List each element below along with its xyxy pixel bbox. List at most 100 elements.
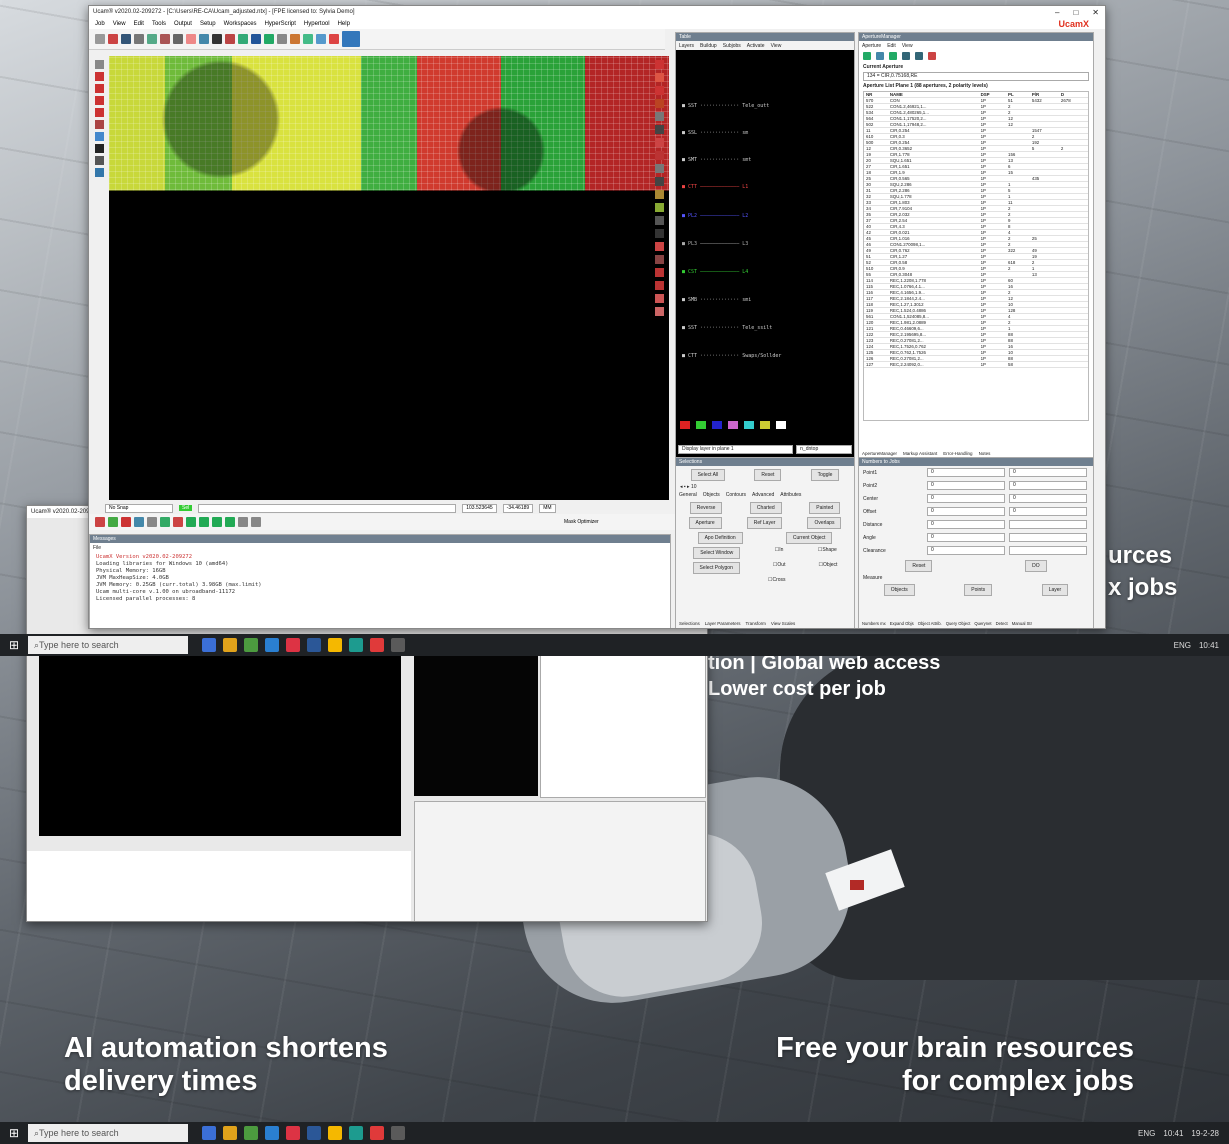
menu-setup[interactable]: Setup: [200, 21, 216, 27]
numbers-field-value1[interactable]: 0: [927, 494, 1005, 503]
numbers-do-button[interactable]: DO: [1025, 560, 1047, 572]
n-tab-6[interactable]: Manual Str: [1012, 621, 1032, 626]
toggle-button[interactable]: Toggle: [810, 469, 840, 481]
save-icon[interactable]: [121, 34, 131, 44]
tool-6-icon[interactable]: [655, 125, 664, 134]
sel-tab-attributes[interactable]: Attributes: [780, 492, 801, 498]
net-icon[interactable]: [199, 34, 209, 44]
b7-icon[interactable]: [173, 517, 183, 527]
sel-tab-contours[interactable]: Contours: [726, 492, 746, 498]
swatch-red[interactable]: [680, 421, 690, 429]
tool-10-icon[interactable]: [655, 177, 664, 186]
tool-14-icon[interactable]: [655, 229, 664, 238]
tool-20-icon[interactable]: [655, 307, 664, 316]
numbers-field-value2[interactable]: [1009, 546, 1087, 555]
app-icon[interactable]: [370, 638, 384, 652]
pad-icon[interactable]: [186, 34, 196, 44]
rotate-icon[interactable]: [277, 34, 287, 44]
n-tab-1[interactable]: Expand Objs: [890, 621, 914, 626]
menu-job[interactable]: Job: [95, 21, 105, 27]
close-icon[interactable]: ✕: [1092, 8, 1099, 17]
ap-tool-icon[interactable]: [902, 52, 910, 60]
b2-icon[interactable]: [108, 517, 118, 527]
layer-row[interactable]: ■ SST ············· Tele_outt: [682, 103, 769, 109]
tray-lang[interactable]: ENG: [1138, 1129, 1155, 1138]
move-icon[interactable]: [238, 34, 248, 44]
b1-icon[interactable]: [95, 517, 105, 527]
tab-markup[interactable]: Markup Assistant: [903, 451, 937, 456]
overlaps-button[interactable]: Overlaps: [807, 517, 842, 529]
aperture-menu-edit[interactable]: Edit: [887, 43, 896, 49]
n-tab-3[interactable]: Query Object: [946, 621, 971, 626]
messages-file-menu[interactable]: File: [93, 545, 101, 551]
swatch-blue[interactable]: [712, 421, 722, 429]
tray-time[interactable]: 10:41: [1163, 1129, 1183, 1138]
secondary-canvas[interactable]: [39, 646, 401, 836]
tool-17-icon[interactable]: [655, 268, 664, 277]
app-icon[interactable]: [286, 1126, 300, 1140]
zoom-out-icon[interactable]: [251, 517, 261, 527]
tool-13-icon[interactable]: [655, 216, 664, 225]
reset-button[interactable]: Reset: [754, 469, 782, 481]
tool-2-icon[interactable]: [655, 73, 664, 82]
measure-objects-button[interactable]: Objects: [883, 584, 915, 596]
windows-start-icon[interactable]: ⊞: [0, 638, 28, 652]
ref-layer-button[interactable]: Ref Layer: [746, 517, 783, 529]
tool-7-icon[interactable]: [655, 138, 664, 147]
app-icon[interactable]: [307, 1126, 321, 1140]
check-icon[interactable]: [329, 34, 339, 44]
menu-view[interactable]: View: [113, 21, 126, 27]
swatch-green[interactable]: [696, 421, 706, 429]
tray-date[interactable]: 19-2-28: [1191, 1129, 1219, 1138]
layers-menu-layers[interactable]: Layers: [679, 43, 694, 49]
remove-icon[interactable]: [95, 84, 104, 93]
footer-tab-transform[interactable]: Transform: [746, 621, 766, 626]
select-window-button[interactable]: Select Window: [693, 547, 741, 559]
layer-row[interactable]: ■ SMB ············· smi: [682, 297, 751, 303]
sel-tab-general[interactable]: General: [679, 492, 697, 498]
menu-hypertool[interactable]: Hypertool: [304, 21, 330, 27]
menu-workspaces[interactable]: Workspaces: [224, 21, 257, 27]
tool-9-icon[interactable]: [655, 164, 664, 173]
measure-icon[interactable]: [316, 34, 326, 44]
numbers-field-value1[interactable]: 0: [927, 533, 1005, 542]
taskbar-search[interactable]: ⌕ Type here to search: [28, 1124, 188, 1142]
b9-icon[interactable]: [199, 517, 209, 527]
b3-icon[interactable]: [121, 517, 131, 527]
n-tab-4[interactable]: Querynet: [974, 621, 991, 626]
b4-icon[interactable]: [134, 517, 144, 527]
select-polygon-button[interactable]: Select Polygon: [692, 562, 740, 574]
menu-help[interactable]: Help: [338, 21, 350, 27]
app-icon[interactable]: [244, 638, 258, 652]
b8-icon[interactable]: [186, 517, 196, 527]
app-icon[interactable]: [328, 1126, 342, 1140]
app-icon[interactable]: [307, 638, 321, 652]
layer-row[interactable]: ■ CTT ───────────── L1: [682, 184, 748, 190]
shield-icon[interactable]: [342, 31, 360, 47]
add-icon[interactable]: [95, 72, 104, 81]
open-icon[interactable]: [108, 34, 118, 44]
numbers-field-value2[interactable]: 0: [1009, 507, 1087, 516]
apo-definition-button[interactable]: Apo Definition: [697, 532, 743, 544]
app-icon[interactable]: [223, 1126, 237, 1140]
tool-3-icon[interactable]: [655, 86, 664, 95]
tool-1-icon[interactable]: [655, 60, 664, 69]
tool-8-icon[interactable]: [655, 151, 664, 160]
level-value[interactable]: 10: [691, 484, 697, 490]
cut-icon[interactable]: [95, 120, 104, 129]
delete-icon[interactable]: [225, 34, 235, 44]
footer-tab-viewscales[interactable]: View Scales: [771, 621, 795, 626]
app-icon[interactable]: [286, 638, 300, 652]
unit-select[interactable]: MM: [539, 503, 556, 513]
footer-tab-selections[interactable]: Selections: [679, 621, 700, 626]
footer-tab-layerparams[interactable]: Layer Parameters: [705, 621, 741, 626]
n-tab-5[interactable]: Detect: [996, 621, 1008, 626]
app-icon[interactable]: [244, 1126, 258, 1140]
check-in[interactable]: ☐In: [775, 547, 784, 559]
blue-layer-icon[interactable]: [95, 168, 104, 177]
copy-icon[interactable]: [95, 96, 104, 105]
numbers-field-value2[interactable]: 0: [1009, 494, 1087, 503]
layer-row[interactable]: ■ SST ············· Tele_ssilt: [682, 325, 772, 331]
tool-16-icon[interactable]: [655, 255, 664, 264]
ap-tool-icon[interactable]: [863, 52, 871, 60]
